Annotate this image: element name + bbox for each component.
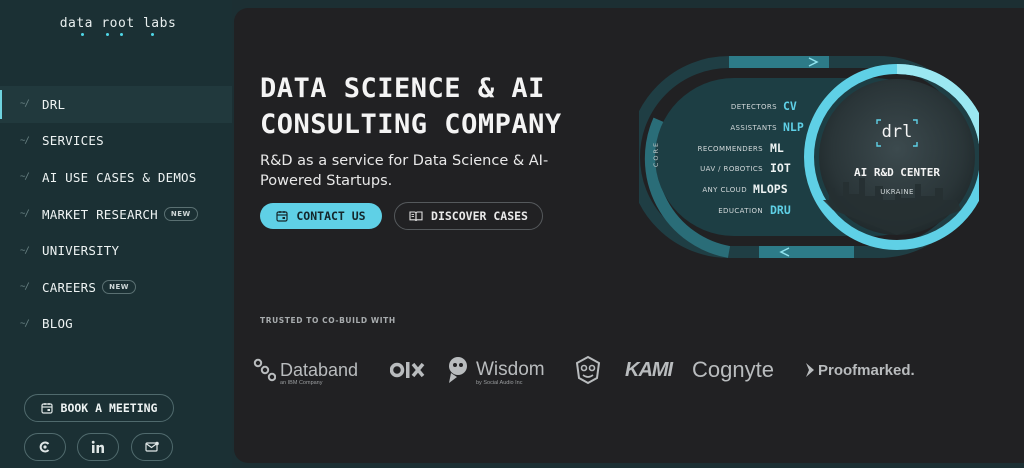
nav-item-drl[interactable]: ~/ DRL — [0, 86, 232, 123]
new-badge: NEW — [163, 207, 198, 222]
nav-item-services[interactable]: ~/ SERVICES — [0, 123, 232, 160]
partner-wisdom[interactable]: Wisdom by Social Audio Inc — [445, 350, 545, 390]
book-meeting-label: BOOK A MEETING — [60, 401, 158, 415]
nav-item-label: SERVICES — [42, 133, 104, 149]
nav-item-ai-use-cases[interactable]: ~/ AI USE CASES & DEMOS — [0, 159, 232, 196]
partner-olx[interactable] — [390, 350, 430, 390]
caption-recommenders: RECOMMENDERS — [697, 145, 763, 153]
nav-prefix: ~/ — [20, 135, 30, 146]
linkedin-link[interactable] — [77, 433, 119, 461]
caption-assistants: ASSISTANTS — [730, 124, 777, 132]
services-graphic: CORE DETECTORS CV ASSISTANTS NLP RECOMME… — [639, 50, 979, 265]
nav-prefix: ~/ — [20, 209, 30, 220]
nav-item-label: UNIVERSITY — [42, 243, 120, 259]
nav-item-university[interactable]: ~/ UNIVERSITY — [0, 232, 232, 269]
nav-item-careers[interactable]: ~/ CAREERS NEW — [0, 269, 232, 306]
brand-logo-text: data root labs — [59, 16, 177, 31]
email-link[interactable] — [131, 433, 173, 461]
wisdom-logo-icon — [449, 357, 467, 383]
partner-cognyte[interactable]: Cognyte — [692, 350, 774, 390]
nav-prefix: ~/ — [20, 172, 30, 183]
partner-databand-name: Databand — [280, 359, 359, 380]
caption-any-cloud: ANY CLOUD — [702, 186, 747, 194]
nav-item-label: AI USE CASES & DEMOS — [42, 169, 197, 185]
trusted-label: TRUSTED TO CO-BUILD WITH — [260, 316, 396, 325]
hero-subtitle: R&D as a service for Data Science & AI-P… — [260, 153, 549, 189]
core-label: CORE — [652, 140, 661, 168]
book-meeting-button[interactable]: BOOK A MEETING — [24, 394, 174, 422]
tech-ml: ML — [770, 141, 784, 155]
partner-wisdom-name: Wisdom — [476, 359, 545, 380]
nav-item-label: DRL — [42, 96, 66, 112]
nav-item-market-research[interactable]: ~/ MARKET RESEARCH NEW — [0, 196, 232, 233]
clutch-link[interactable] — [24, 433, 66, 461]
linkedin-icon — [91, 440, 104, 453]
center-title: AI R&D CENTER — [853, 166, 941, 179]
sidebar: data root labs ~/ DRL ~/ SERVICES ~/ AI … — [0, 0, 232, 468]
nav-prefix: ~/ — [20, 245, 30, 256]
center-subtitle: UKRAINE — [880, 188, 914, 196]
partner-databand-sub: an IBM Company — [280, 380, 323, 386]
graphic-rings — [639, 56, 979, 258]
clutch-icon — [39, 441, 50, 453]
proofmarked-logo-icon — [806, 363, 814, 377]
partner-kami-name: KAMI — [625, 358, 673, 381]
contact-us-button[interactable]: CONTACT US — [260, 203, 382, 229]
nav-item-label: MARKET RESEARCH — [42, 206, 158, 222]
hero-section: DATA SCIENCE & AI CONSULTING COMPANY R&D… — [234, 8, 1024, 463]
partner-wisdom-sub: by Social Audio Inc — [476, 380, 523, 386]
discover-cases-label: DISCOVER CASES — [431, 209, 528, 223]
nav-prefix: ~/ — [20, 318, 30, 329]
caption-uav-robotics: UAV / ROBOTICS — [700, 165, 763, 173]
partner-kami[interactable]: KAMI — [625, 350, 673, 390]
discover-cases-button[interactable]: DISCOVER CASES — [394, 202, 543, 230]
calendar-icon — [40, 403, 53, 414]
partner-proofmarked[interactable]: Proofmarked. — [804, 350, 915, 390]
drl-logo: drl — [881, 122, 913, 142]
email-icon — [145, 441, 159, 452]
tech-iot: IOT — [770, 161, 791, 175]
contact-us-label: CONTACT US — [296, 209, 366, 223]
partner-proofmarked-name: Proofmarked. — [818, 361, 915, 379]
partner-logos: Databand an IBM Company Wisdom by Social… — [252, 350, 952, 390]
book-icon — [409, 211, 423, 222]
tech-mlops: MLOPS — [753, 182, 788, 196]
partner-emblem[interactable] — [572, 350, 604, 390]
brand-logo[interactable]: data root labs — [58, 16, 178, 46]
tech-dru: DRU — [770, 203, 791, 217]
partner-cognyte-name: Cognyte — [692, 357, 774, 382]
nav-item-label: CAREERS — [42, 279, 97, 295]
caption-detectors: DETECTORS — [730, 103, 777, 111]
hero-title: DATA SCIENCE & AI CONSULTING COMPANY — [260, 73, 562, 140]
tech-nlp: NLP — [783, 120, 804, 134]
calendar-icon — [276, 211, 288, 222]
logo-dots — [58, 31, 178, 39]
nav-item-blog[interactable]: ~/ BLOG — [0, 306, 232, 343]
new-badge: NEW — [102, 280, 136, 295]
nav-prefix: ~/ — [20, 99, 30, 110]
databand-logo-icon — [253, 358, 276, 382]
nav-prefix: ~/ — [20, 282, 30, 293]
main-nav: ~/ DRL ~/ SERVICES ~/ AI USE CASES & DEM… — [0, 86, 232, 342]
partner-databand[interactable]: Databand an IBM Company — [252, 350, 358, 390]
caption-education: EDUCATION — [718, 207, 763, 215]
tech-cv: CV — [783, 99, 797, 113]
nav-item-label: BLOG — [42, 316, 73, 332]
olx-logo — [390, 362, 425, 378]
emblem-logo — [575, 355, 601, 385]
